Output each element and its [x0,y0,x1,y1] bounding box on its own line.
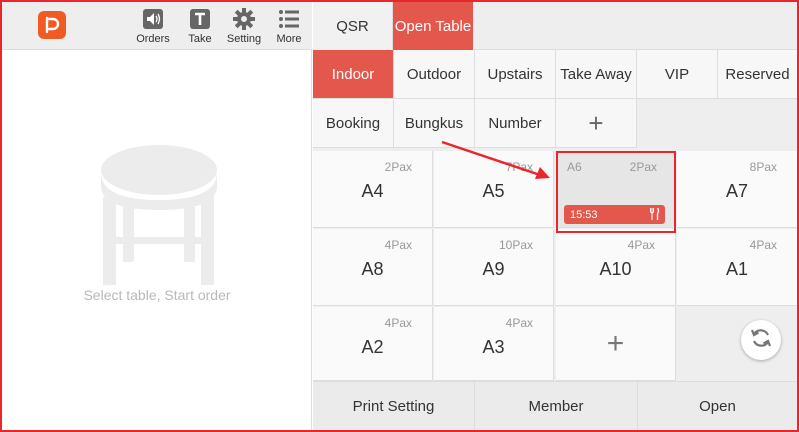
logo-icon[interactable] [38,11,66,39]
table-pax: 4Pax [627,238,655,252]
add-category-button[interactable]: + [556,99,637,148]
table-name: A6 [567,160,582,174]
utensils-icon [650,207,660,223]
table-tile[interactable]: 4Pax A2 [313,307,433,381]
table-name: A5 [482,181,505,201]
open-button[interactable]: Open [638,382,797,431]
table-tile[interactable]: 4Pax A8 [313,229,433,306]
setting-button[interactable]: Setting [221,8,267,48]
tab-qsr[interactable]: QSR [313,2,393,50]
orders-button[interactable]: Orders [130,8,176,48]
t-icon [189,8,211,30]
tab-open-table[interactable]: Open Table [393,2,473,50]
table-tile[interactable]: 8Pax A7 [677,151,797,228]
table-tile[interactable]: 7Pax A5 [434,151,554,228]
table-name: A1 [725,259,749,279]
category-indoor[interactable]: Indoor [313,50,394,99]
category-take-away[interactable]: Take Away [556,50,637,99]
take-label: Take [188,33,212,45]
table-name: A3 [482,337,505,357]
table-pax: 4Pax [505,316,533,330]
table-pax: 2Pax [384,160,412,174]
take-button[interactable]: Take [177,8,223,48]
category-vip[interactable]: VIP [637,50,718,99]
more-label: More [276,33,302,45]
order-time: 15:53 [570,208,598,221]
bottom-bar: Print Setting Member Open [313,381,797,431]
table-name: A10 [599,259,632,279]
order-time-bar: 15:53 [564,205,665,224]
category-upstairs[interactable]: Upstairs [475,50,556,99]
table-name: A8 [361,259,384,279]
table-pax: 4Pax [384,238,412,252]
table-name: A4 [361,181,384,201]
category-reserved[interactable]: Reserved [718,50,797,99]
plus-icon: + [606,327,625,360]
table-pax: 2Pax [629,160,657,174]
category-booking[interactable]: Booking [313,99,394,148]
table-tile[interactable]: 10Pax A9 [434,229,554,306]
member-button[interactable]: Member [475,382,638,431]
more-button[interactable]: More [266,8,312,48]
table-tile-occupied[interactable]: A6 2Pax 15:53 [556,151,676,228]
table-tile[interactable]: 4Pax A3 [434,307,554,381]
table-pax: 4Pax [384,316,412,330]
print-setting-button[interactable]: Print Setting [313,382,475,431]
category-bungkus[interactable]: Bungkus [394,99,475,148]
category-outdoor[interactable]: Outdoor [394,50,475,99]
table-pax: 10Pax [498,238,533,252]
table-pax: 8Pax [749,160,777,174]
table-tile[interactable]: 4Pax A1 [677,229,797,306]
gear-icon [233,8,255,30]
refresh-icon [749,326,773,355]
table-name: A7 [725,181,749,201]
orders-label: Orders [136,33,170,45]
table-tile[interactable]: 2Pax A4 [313,151,433,228]
refresh-button[interactable] [741,320,781,360]
mode-bar: QSR Open Table [313,2,797,50]
table-tile[interactable]: 4Pax A10 [556,229,676,306]
setting-label: Setting [226,33,262,45]
table-pax: 4Pax [749,238,777,252]
table-name: A9 [482,259,505,279]
category-number[interactable]: Number [475,99,556,148]
list-icon [278,8,300,30]
table-pax: 7Pax [505,160,533,174]
add-table-button[interactable]: + [556,307,676,381]
speaker-icon [142,8,164,30]
table-icon [97,142,222,292]
empty-state-text: Select table, Start order [83,287,231,303]
order-panel: Orders Take Setting More Select table, S… [2,2,312,430]
left-toolbar: Orders Take Setting More [2,2,312,50]
table-name: A2 [361,337,384,357]
